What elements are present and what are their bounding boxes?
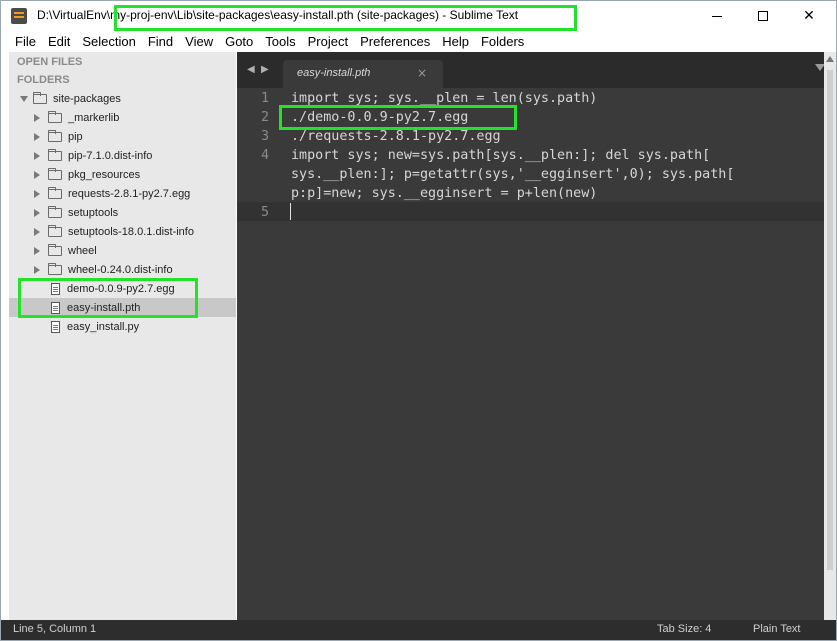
code-line: sys.__plen:]; p=getattr(sys,'__egginsert… — [291, 167, 735, 182]
minimize-icon — [712, 15, 722, 17]
menu-file[interactable]: File — [9, 34, 42, 49]
cursor-position: Line 5, Column 1 — [13, 623, 97, 635]
syntax-selector[interactable]: Plain Text — [753, 623, 801, 635]
folder-icon — [48, 205, 62, 218]
collapse-arrow-icon[interactable] — [33, 246, 41, 255]
tree-root-folder[interactable]: site-packages — [9, 89, 236, 108]
current-line-highlight — [237, 202, 824, 221]
highlight-box-title — [114, 5, 577, 31]
status-bar: Line 5, Column 1 Tab Size: 4 Plain Text — [1, 620, 836, 640]
tree-label: _markerlib — [68, 111, 120, 124]
collapse-arrow-icon[interactable] — [33, 132, 41, 141]
tree-folder[interactable]: pip-7.1.0.dist-info — [9, 146, 236, 165]
folder-icon — [48, 186, 62, 199]
close-icon: ✕ — [803, 8, 815, 24]
highlight-box-demo-line — [279, 105, 517, 130]
folder-icon — [48, 262, 62, 275]
folder-icon — [48, 110, 62, 123]
code-line: import sys; new=sys.path[sys.__plen:]; d… — [291, 148, 711, 163]
tree-folder[interactable]: wheel — [9, 241, 236, 260]
tab-close-icon[interactable]: × — [417, 66, 427, 80]
line-number: 2 — [260, 110, 269, 125]
tree-label: pkg_resources — [68, 168, 141, 181]
folder-icon — [48, 224, 62, 237]
tree-label: setuptools — [68, 206, 119, 219]
tree-label: pip — [68, 130, 83, 143]
collapse-arrow-icon[interactable] — [33, 208, 41, 217]
text-cursor — [290, 203, 291, 220]
tree-label: wheel — [68, 244, 97, 257]
maximize-button[interactable] — [740, 1, 786, 31]
collapse-arrow-icon[interactable] — [33, 227, 41, 236]
tree-folder[interactable]: setuptools-18.0.1.dist-info — [9, 222, 236, 241]
sublime-window: D:\VirtualEnv\my-proj-env\Lib\site-packa… — [0, 0, 837, 641]
folder-icon — [48, 129, 62, 142]
line-number: 4 — [260, 148, 269, 163]
tree-folder[interactable]: requests-2.8.1-py2.7.egg — [9, 184, 236, 203]
menu-view[interactable]: View — [179, 34, 219, 49]
menu-bar: File Edit Selection Find View Goto Tools… — [1, 31, 836, 51]
tab-easy-install[interactable]: easy-install.pth × — [283, 60, 443, 88]
menu-selection[interactable]: Selection — [76, 34, 141, 49]
tab-nav-left-icon[interactable]: ◀ — [247, 64, 255, 75]
maximize-icon — [758, 11, 768, 21]
scrollbar-thumb[interactable] — [827, 70, 833, 570]
folder-icon — [48, 243, 62, 256]
tab-label: easy-install.pth — [297, 67, 371, 79]
folders-header: FOLDERS — [17, 74, 70, 86]
sidebar: OPEN FILES FOLDERS site-packages _marker… — [9, 52, 236, 620]
tree-folder[interactable]: _markerlib — [9, 108, 236, 127]
menu-goto[interactable]: Goto — [219, 34, 259, 49]
tree-file[interactable]: easy_install.py — [9, 317, 236, 336]
collapse-arrow-icon[interactable] — [33, 189, 41, 198]
tab-bar: ◀ ▶ easy-install.pth × — [237, 52, 836, 88]
collapse-arrow-icon[interactable] — [33, 265, 41, 274]
close-button[interactable]: ✕ — [786, 1, 832, 31]
line-number: 3 — [260, 129, 269, 144]
menu-folders[interactable]: Folders — [475, 34, 530, 49]
code-line: p:p]=new; sys.__egginsert = p+len(new) — [291, 186, 598, 201]
highlight-box-demo-file — [18, 278, 198, 318]
line-number: 1 — [260, 91, 269, 106]
line-number: 5 — [260, 205, 269, 220]
menu-tools[interactable]: Tools — [259, 34, 301, 49]
tree-folder[interactable]: wheel-0.24.0.dist-info — [9, 260, 236, 279]
folder-icon — [48, 167, 62, 180]
menu-project[interactable]: Project — [302, 34, 354, 49]
tree-label: site-packages — [53, 92, 121, 105]
tree-label: pip-7.1.0.dist-info — [68, 149, 153, 162]
tree-folder[interactable]: pip — [9, 127, 236, 146]
menu-find[interactable]: Find — [142, 34, 179, 49]
python-file-icon — [51, 320, 60, 333]
tab-nav-right-icon[interactable]: ▶ — [261, 64, 269, 75]
tree-label: setuptools-18.0.1.dist-info — [68, 225, 194, 238]
expand-arrow-icon[interactable] — [20, 95, 28, 103]
code-editor[interactable]: 1 2 3 4 5 import sys; sys.__plen = len(s… — [237, 88, 824, 620]
folder-open-icon — [33, 91, 47, 104]
collapse-arrow-icon[interactable] — [33, 151, 41, 160]
tree-label: easy_install.py — [67, 320, 140, 333]
open-files-header: OPEN FILES — [17, 56, 83, 68]
tab-size-selector[interactable]: Tab Size: 4 — [657, 623, 711, 635]
folder-icon — [48, 148, 62, 161]
menu-help[interactable]: Help — [436, 34, 475, 49]
collapse-arrow-icon[interactable] — [33, 170, 41, 179]
scroll-up-icon[interactable] — [826, 56, 834, 62]
tree-folder[interactable]: setuptools — [9, 203, 236, 222]
minimize-button[interactable] — [694, 1, 740, 31]
tree-label: requests-2.8.1-py2.7.egg — [68, 187, 191, 200]
vertical-scrollbar[interactable] — [824, 52, 836, 620]
menu-edit[interactable]: Edit — [42, 34, 76, 49]
tree-label: wheel-0.24.0.dist-info — [68, 263, 173, 276]
sublime-app-icon — [11, 8, 27, 24]
menu-preferences[interactable]: Preferences — [354, 34, 436, 49]
tree-folder[interactable]: pkg_resources — [9, 165, 236, 184]
collapse-arrow-icon[interactable] — [33, 113, 41, 122]
